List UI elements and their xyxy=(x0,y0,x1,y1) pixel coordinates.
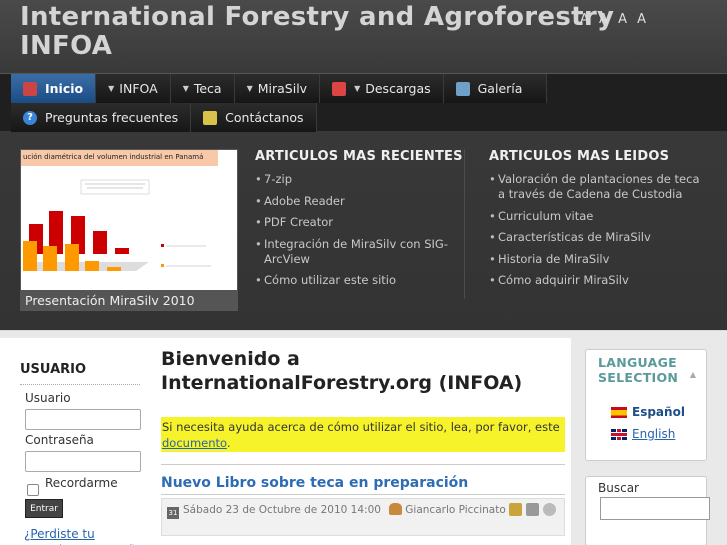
recent-article-link[interactable]: Adobe Reader xyxy=(255,194,464,209)
main-area: USUARIO Usuario Contraseña Recordarme En… xyxy=(0,330,727,545)
font-size-decrease-icon[interactable]: A xyxy=(618,12,629,27)
popular-articles-module: ARTICULOS MAS LEIDOS Valoración de plant… xyxy=(489,149,709,295)
main-navigation: Inicio ▼ INFOA ▼ Teca ▼ MiraSilv ▼ Desca… xyxy=(0,73,727,132)
nav-label: Teca xyxy=(193,81,222,96)
remember-label: Recordarme xyxy=(45,476,118,490)
popular-articles-title: ARTICULOS MAS LEIDOS xyxy=(489,149,670,164)
main-content: Bienvenido a InternationalForestry.org (… xyxy=(156,338,571,545)
nav-label: Galería xyxy=(477,81,523,96)
nav-item-galeria[interactable]: Galería xyxy=(443,74,548,103)
print-icon[interactable] xyxy=(526,503,539,516)
gallery-icon xyxy=(455,81,470,96)
site-title[interactable]: International Forestry and Agroforestry … xyxy=(20,3,660,61)
nav-item-mirasilv[interactable]: ▼ MiraSilv xyxy=(234,74,321,103)
password-label: Contraseña xyxy=(25,433,94,447)
popular-article-link[interactable]: Valoración de plantaciones de teca a tra… xyxy=(489,172,709,202)
featured-slide[interactable]: ución diamétrica del volumen industrial … xyxy=(20,149,238,311)
notice-text: Si necesita ayuda acerca de cómo utiliza… xyxy=(162,420,560,434)
nav-label: INFOA xyxy=(119,81,158,96)
site-header: International Forestry and Agroforestry … xyxy=(0,0,727,330)
font-size-increase-icon[interactable]: A xyxy=(580,12,591,27)
article-date: Sábado 23 de Octubre de 2010 14:00 xyxy=(183,504,381,516)
nav-item-inicio[interactable]: Inicio xyxy=(11,74,97,103)
divider xyxy=(161,494,565,495)
nav-item-descargas[interactable]: ▼ Descargas xyxy=(320,74,444,103)
nav-item-faq[interactable]: ? Preguntas frecuentes xyxy=(11,103,192,132)
uk-flag-icon xyxy=(611,428,627,440)
divider xyxy=(161,464,565,465)
nav-row-secondary: ? Preguntas frecuentes Contáctanos xyxy=(11,103,317,132)
recent-article-link[interactable]: 7-zip xyxy=(255,172,464,187)
spain-flag-icon xyxy=(611,406,627,418)
username-input[interactable] xyxy=(25,409,141,430)
popular-article-link[interactable]: Curriculum vitae xyxy=(489,209,709,224)
email-icon[interactable] xyxy=(543,503,556,516)
popular-article-link[interactable]: Cómo adquirir MiraSilv xyxy=(489,273,709,288)
edit-icon[interactable] xyxy=(509,503,522,516)
chevron-up-icon[interactable]: ▲ xyxy=(690,370,696,379)
recent-article-link[interactable]: Integración de MiraSilv con SIG-ArcView xyxy=(255,237,464,267)
nav-label: Descargas xyxy=(365,81,431,96)
chevron-down-icon: ▼ xyxy=(182,84,189,93)
author-icon xyxy=(389,503,403,515)
remember-checkbox[interactable] xyxy=(27,484,39,496)
article-meta: 31 Sábado 23 de Octubre de 2010 14:00 Gia… xyxy=(161,498,565,536)
nav-item-contact[interactable]: Contáctanos xyxy=(191,103,317,132)
slide-chart-caption: ución diamétrica del volumen industrial … xyxy=(21,150,218,166)
nav-label: Contáctanos xyxy=(225,110,304,125)
recent-article-link[interactable]: Cómo utilizar este sitio xyxy=(255,273,464,288)
recent-articles-title: ARTICULOS MAS RECIENTES xyxy=(255,149,463,164)
search-label: Buscar xyxy=(598,481,639,495)
download-icon xyxy=(332,81,347,96)
divider xyxy=(20,384,140,385)
language-module: LANGUAGE SELECTION ▲ Español English xyxy=(585,349,707,461)
chevron-down-icon: ▼ xyxy=(354,84,361,93)
help-notice: Si necesita ayuda acerca de cómo utiliza… xyxy=(161,417,565,452)
login-button[interactable]: Entrar xyxy=(25,499,63,518)
password-input[interactable] xyxy=(25,451,141,472)
forgot-password-link[interactable]: ¿Perdiste tu Usuario/Contraseña? xyxy=(24,526,154,545)
nav-item-teca[interactable]: ▼ Teca xyxy=(170,74,235,103)
search-module: Buscar xyxy=(585,476,710,545)
popular-article-link[interactable]: Historia de MiraSilv xyxy=(489,252,709,267)
nav-label: Preguntas frecuentes xyxy=(45,110,179,125)
language-option-es[interactable]: Español xyxy=(611,405,685,419)
nav-item-infoa[interactable]: ▼ INFOA xyxy=(96,74,171,103)
font-size-default-icon[interactable]: A xyxy=(599,12,610,27)
login-title: USUARIO xyxy=(20,362,87,377)
language-label: English xyxy=(632,427,676,441)
nav-row-primary: Inicio ▼ INFOA ▼ Teca ▼ MiraSilv ▼ Desca… xyxy=(11,74,548,103)
popular-article-link[interactable]: Características de MiraSilv xyxy=(489,230,709,245)
calendar-icon: 31 xyxy=(167,507,179,519)
help-icon: ? xyxy=(23,110,37,125)
language-title: LANGUAGE SELECTION xyxy=(598,355,679,385)
article-author: Giancarlo Piccinato xyxy=(405,504,506,516)
recent-article-link[interactable]: PDF Creator xyxy=(255,215,464,230)
notice-end: . xyxy=(226,436,231,450)
home-icon xyxy=(23,81,37,96)
username-label: Usuario xyxy=(25,391,71,405)
slide-caption: Presentación MiraSilv 2010 xyxy=(21,290,237,310)
search-input[interactable] xyxy=(600,497,710,520)
login-module: USUARIO Usuario Contraseña Recordarme En… xyxy=(0,338,156,545)
article-title-link[interactable]: Nuevo Libro sobre teca en preparación xyxy=(161,475,468,491)
article-tools xyxy=(509,503,556,516)
language-label: Español xyxy=(632,405,685,419)
help-document-link[interactable]: documento xyxy=(162,436,227,450)
nav-label: Inicio xyxy=(45,81,84,96)
language-option-en[interactable]: English xyxy=(611,427,675,441)
chevron-down-icon: ▼ xyxy=(246,84,253,93)
chevron-down-icon: ▼ xyxy=(108,84,115,93)
slide-chart-image xyxy=(23,179,211,271)
recent-articles-module: ARTICULOS MAS RECIENTES 7-zip Adobe Read… xyxy=(255,149,465,299)
font-size-tools: A A A A xyxy=(578,12,648,27)
nav-label: MiraSilv xyxy=(257,81,308,96)
page-title: Bienvenido a InternationalForestry.org (… xyxy=(161,348,523,394)
font-size-reset-icon[interactable]: A xyxy=(637,12,648,27)
contact-icon xyxy=(203,110,218,125)
